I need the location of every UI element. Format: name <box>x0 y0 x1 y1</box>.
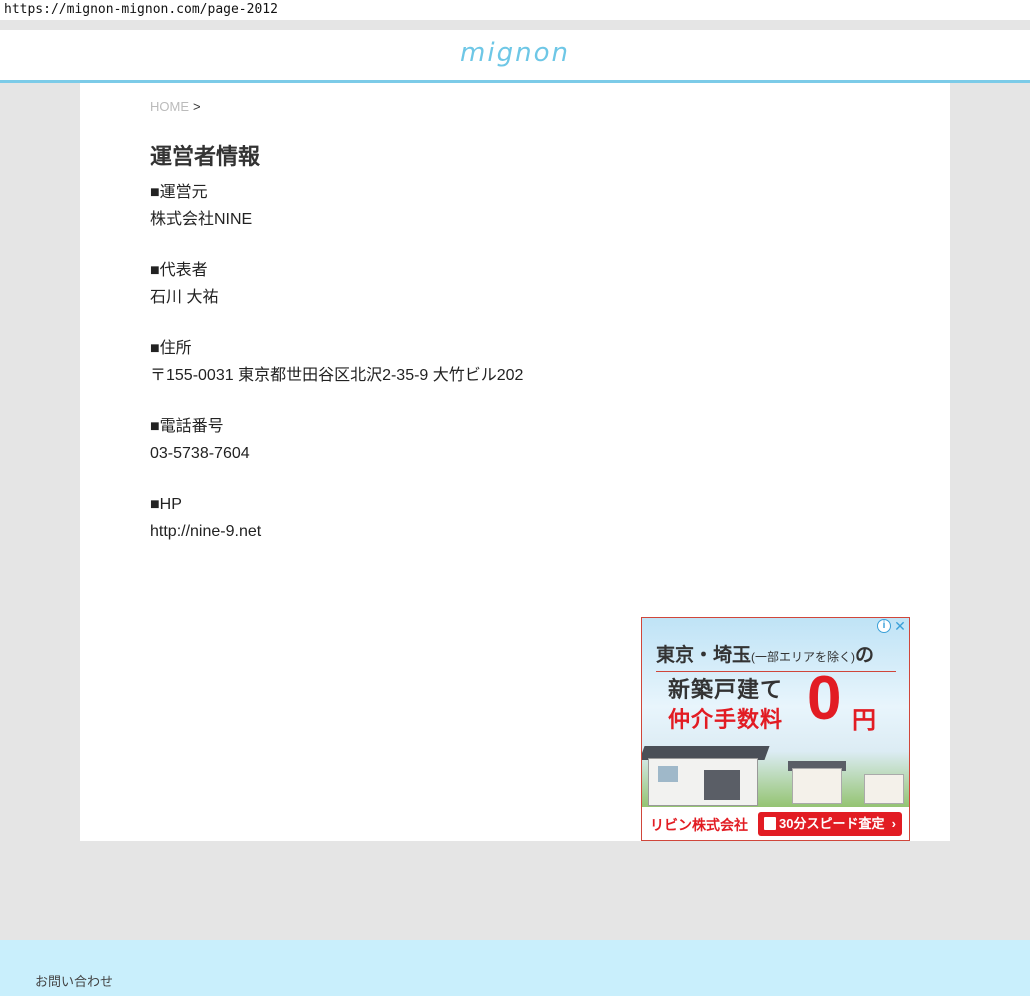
site-header: mignon <box>0 30 1030 83</box>
address-bar[interactable]: https://mignon-mignon.com/page-2012 <box>0 0 1030 20</box>
breadcrumb-home-link[interactable]: HOME <box>150 99 189 114</box>
ad-headline-area: 東京・埼玉 <box>656 645 752 666</box>
info-value: 03-5738-7604 <box>150 445 250 462</box>
main-content: HOME > 運営者情報 ■運営元 株式会社NINE ■代表者 石川 大祐 ■住所… <box>80 83 950 841</box>
ad-close-icon[interactable]: ✕ <box>893 618 907 634</box>
info-label: ■HP <box>150 496 182 513</box>
ad-yen-unit: 円 <box>852 707 876 734</box>
chevron-right-icon: › <box>891 816 896 831</box>
url-text: https://mignon-mignon.com/page-2012 <box>4 2 278 17</box>
info-section-phone: ■電話番号 03-5738-7604 <box>150 413 523 467</box>
info-section-address: ■住所 〒155-0031 東京都世田谷区北沢2-35-9 大竹ビル202 <box>150 335 523 389</box>
house-illustration-2 <box>792 768 842 804</box>
info-label: ■住所 <box>150 340 192 357</box>
house-illustration <box>642 740 798 806</box>
ad-headline-note: (一部エリアを除く) <box>751 650 856 664</box>
calculator-icon <box>764 816 776 830</box>
ad-footer: リビン株式会社 30分スピード査定 › <box>642 807 909 840</box>
ad-headline: 東京・埼玉(一部エリアを除く)の <box>656 640 896 672</box>
breadcrumb-separator: > <box>193 99 201 114</box>
ad-line-new-house: 新築戸建て <box>668 677 784 702</box>
page-title: 運営者情報 <box>150 144 261 169</box>
house-window <box>658 766 678 782</box>
ad-zero-amount: 0 <box>807 664 842 733</box>
info-value: 石川 大祐 <box>150 289 219 306</box>
ad-cta-label: 30分スピード査定 <box>779 816 885 831</box>
site-logo[interactable]: mignon <box>460 38 570 68</box>
breadcrumb: HOME > <box>150 99 201 114</box>
ad-cta-button[interactable]: 30分スピード査定 › <box>758 812 902 836</box>
info-label: ■代表者 <box>150 262 208 279</box>
site-footer: お問い合わせ <box>0 940 1030 996</box>
info-label: ■運営元 <box>150 184 208 201</box>
info-value: 株式会社NINE <box>150 211 253 228</box>
ad-info-icon[interactable]: i <box>877 619 891 633</box>
ad-line-commission: 仲介手数料 <box>668 707 784 732</box>
house-illustration-3 <box>864 774 904 804</box>
advertisement-banner[interactable]: i ✕ 東京・埼玉(一部エリアを除く)の 新築戸建て 仲介手数料 0 円 リビン… <box>641 617 910 841</box>
info-section-homepage: ■HP http://nine-9.net <box>150 491 523 545</box>
ad-brand-name: リビン株式会社 <box>650 817 748 833</box>
house-window <box>704 770 740 800</box>
ad-headline-suffix: の <box>855 645 875 666</box>
info-value: 〒155-0031 東京都世田谷区北沢2-35-9 大竹ビル202 <box>150 367 524 384</box>
info-section-operator: ■運営元 株式会社NINE <box>150 179 523 233</box>
info-value: http://nine-9.net <box>150 523 262 540</box>
operator-info: ■運営元 株式会社NINE ■代表者 石川 大祐 ■住所 〒155-0031 東… <box>150 179 523 545</box>
info-label: ■電話番号 <box>150 418 224 435</box>
contact-link[interactable]: お問い合わせ <box>35 971 113 990</box>
info-section-representative: ■代表者 石川 大祐 <box>150 257 523 311</box>
